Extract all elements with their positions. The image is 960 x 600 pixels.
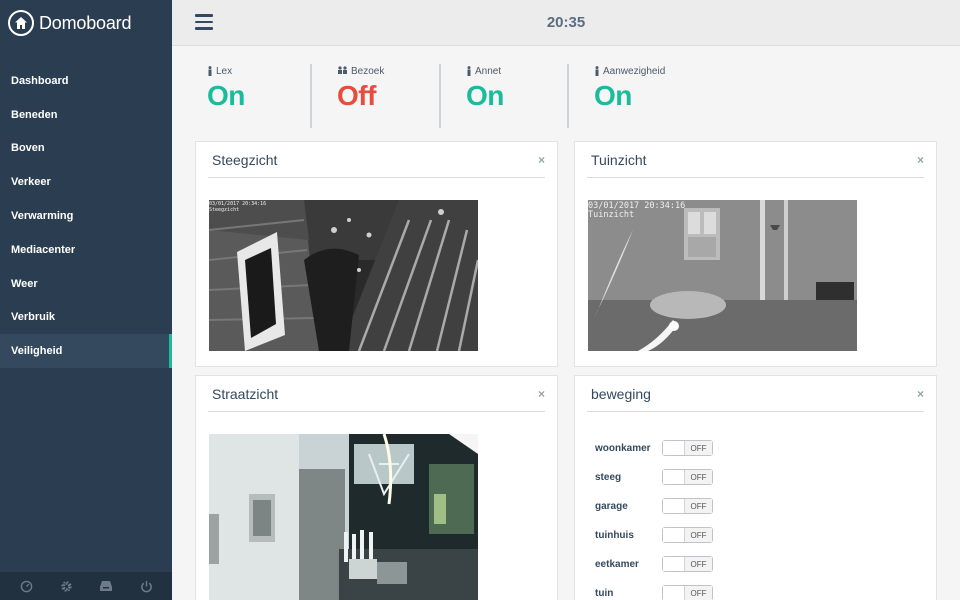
panel-beweging: beweging × woonkamer OFF steeg OFF garag… — [574, 375, 937, 600]
inbox-icon[interactable] — [98, 578, 114, 594]
person-icon — [208, 66, 212, 76]
camera-feed-steegzicht[interactable]: 03/01/2017 20:34:16 Steegzicht — [209, 200, 478, 351]
panel-title: Straatzicht — [212, 385, 279, 402]
person-icon — [467, 66, 471, 76]
sidebar-item-veiligheid[interactable]: Veiligheid — [0, 334, 172, 369]
close-icon[interactable]: × — [917, 153, 924, 167]
status-bezoek: Bezoek Off — [310, 64, 439, 128]
sidebar-item-dashboard[interactable]: Dashboard — [0, 64, 172, 98]
brand[interactable]: Domoboard — [0, 0, 172, 46]
status-label: Lex — [216, 65, 233, 77]
switch-label: tuinhuis — [595, 529, 634, 541]
status-value: On — [594, 80, 632, 111]
gauge-icon[interactable] — [18, 578, 34, 594]
motion-toggle[interactable]: OFF — [662, 498, 713, 514]
status-aanwezigheid: Aanwezigheid On — [567, 64, 707, 128]
person-icon — [595, 66, 599, 76]
power-icon[interactable] — [138, 578, 154, 594]
status-annet: Annet On — [439, 64, 567, 128]
switch-row-woonkamer: woonkamer OFF — [595, 440, 713, 456]
camera-feed-straatzicht[interactable] — [209, 434, 478, 600]
sidebar-footer — [0, 572, 172, 600]
motion-toggle[interactable]: OFF — [662, 556, 713, 572]
clock: 20:35 — [546, 14, 586, 31]
panel-title: beweging — [591, 385, 651, 402]
sidebar-item-mediacenter[interactable]: Mediacenter — [0, 233, 172, 267]
switch-label: eetkamer — [595, 558, 639, 570]
sidebar-item-verbruik[interactable]: Verbruik — [0, 301, 172, 335]
panel-straatzicht: Straatzicht × — [195, 375, 558, 600]
motion-toggle[interactable]: OFF — [662, 585, 713, 600]
camera-timestamp: 03/01/2017 20:34:16 Tuinzicht — [588, 201, 686, 221]
group-icon — [338, 66, 347, 74]
switch-row-garage: garage OFF — [595, 498, 713, 514]
status-label: Aanwezigheid — [603, 65, 666, 77]
status-value: On — [207, 80, 245, 111]
switch-label: woonkamer — [595, 442, 651, 454]
close-icon[interactable]: × — [538, 387, 545, 401]
status-lex: Lex On — [196, 64, 310, 128]
sidebar-item-beneden[interactable]: Beneden — [0, 98, 172, 132]
switch-label: garage — [595, 500, 628, 512]
sidebar-item-verwarming[interactable]: Verwarming — [0, 199, 172, 233]
camera-timestamp: 03/01/2017 20:34:16 Steegzicht — [209, 201, 267, 213]
panel-steegzicht: Steegzicht × 03/01/2017 20:34:16 Steegzi… — [195, 141, 558, 367]
panel-tuinzicht: Tuinzicht × 03/01/2017 20:34:16 Tuinzich… — [574, 141, 937, 367]
close-icon[interactable]: × — [917, 387, 924, 401]
panel-title: Tuinzicht — [591, 151, 647, 168]
motion-toggle[interactable]: OFF — [662, 527, 713, 543]
sidebar: Domoboard Dashboard Beneden Boven Verkee… — [0, 0, 172, 600]
switch-row-tuin: tuin OFF — [595, 585, 713, 600]
switch-row-tuinhuis: tuinhuis OFF — [595, 527, 713, 543]
sidebar-nav: Dashboard Beneden Boven Verkeer Verwarmi… — [0, 64, 172, 369]
gear-icon[interactable] — [58, 578, 74, 594]
sidebar-item-weer[interactable]: Weer — [0, 267, 172, 301]
home-icon — [8, 10, 34, 36]
sidebar-item-boven[interactable]: Boven — [0, 132, 172, 166]
motion-toggle[interactable]: OFF — [662, 469, 713, 485]
status-value: Off — [337, 80, 376, 111]
close-icon[interactable]: × — [538, 153, 545, 167]
status-label: Bezoek — [351, 65, 385, 77]
switch-label: tuin — [595, 587, 614, 599]
switch-row-eetkamer: eetkamer OFF — [595, 556, 713, 572]
sidebar-item-verkeer[interactable]: Verkeer — [0, 165, 172, 199]
app-title: Domoboard — [39, 12, 132, 33]
switch-row-steeg: steeg OFF — [595, 469, 713, 485]
status-label: Annet — [475, 65, 502, 77]
motion-toggle[interactable]: OFF — [662, 440, 713, 456]
panel-title: Steegzicht — [212, 151, 278, 168]
status-value: On — [466, 80, 504, 111]
presence-status-row: Lex On Bezoek Off Annet On Aanwezigheid … — [196, 64, 707, 128]
camera-feed-tuinzicht[interactable]: 03/01/2017 20:34:16 Tuinzicht — [588, 200, 857, 351]
switch-label: steeg — [595, 471, 622, 483]
topbar: 20:35 — [172, 0, 960, 46]
